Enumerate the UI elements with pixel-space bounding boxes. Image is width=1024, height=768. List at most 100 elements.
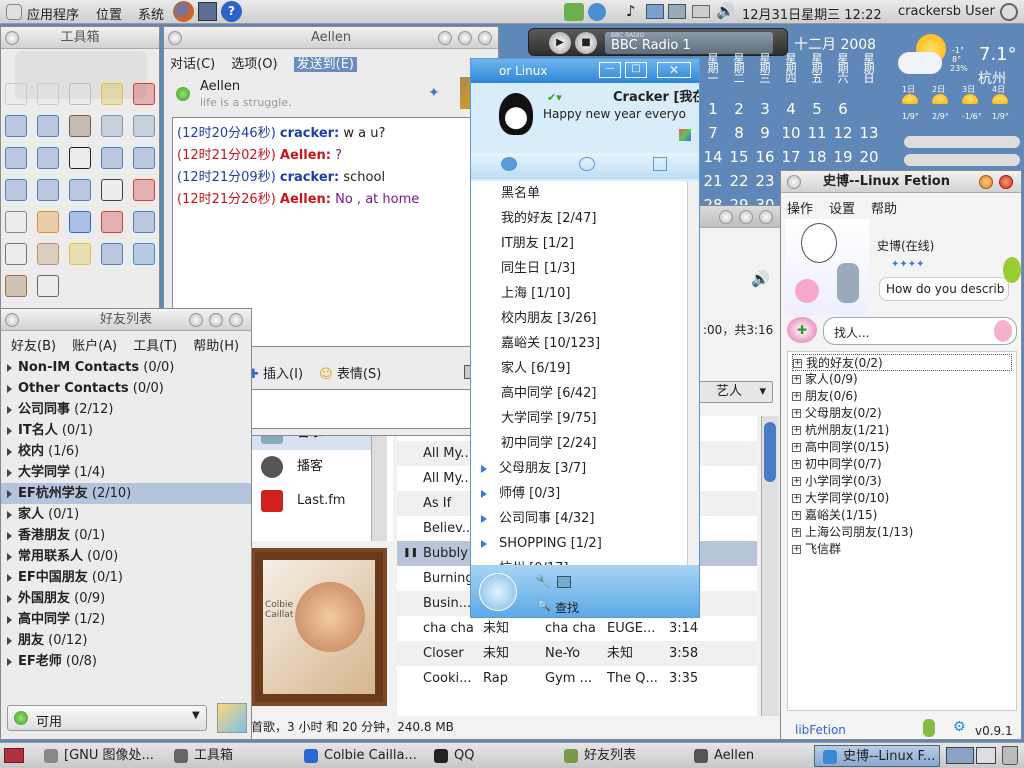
expander-arrow-icon[interactable] bbox=[7, 489, 12, 498]
buddy-group[interactable]: Non-IM Contacts (0/0) bbox=[1, 357, 251, 378]
expander-arrow-icon[interactable] bbox=[7, 594, 12, 603]
buddy-group[interactable]: 校内 (1/6) bbox=[1, 441, 251, 462]
expander-arrow-icon[interactable] bbox=[7, 405, 12, 414]
workspace-switcher[interactable] bbox=[946, 747, 974, 764]
qq-group-item[interactable]: 父母朋友 [3/7] bbox=[471, 456, 687, 481]
calendar-cell[interactable]: 2 bbox=[726, 98, 752, 120]
expander-arrow-icon[interactable] bbox=[7, 447, 12, 456]
tool-button[interactable] bbox=[133, 211, 155, 233]
tool-button[interactable] bbox=[37, 275, 59, 297]
qq-group-item[interactable]: SHOPPING [1/2] bbox=[471, 531, 687, 556]
calendar-cell[interactable]: 9 bbox=[752, 122, 778, 144]
fetion-menu-help[interactable]: 帮助 bbox=[871, 202, 897, 217]
qq-group-item[interactable]: IT朋友 [1/2] bbox=[471, 231, 687, 256]
fetion-group[interactable]: + 初中同学(0/7) bbox=[792, 456, 882, 473]
buddy-group[interactable]: 高中同学 (1/2) bbox=[1, 609, 251, 630]
help-icon[interactable]: ? bbox=[221, 1, 242, 22]
chat-minimize-button[interactable] bbox=[438, 31, 452, 45]
expander-arrow-icon[interactable] bbox=[7, 657, 12, 666]
tool-button[interactable] bbox=[101, 147, 123, 169]
stop-icon[interactable]: ■ bbox=[575, 32, 597, 54]
expander-arrow-icon[interactable] bbox=[7, 531, 12, 540]
tray-printer-icon[interactable] bbox=[692, 5, 710, 18]
expand-plus-icon[interactable]: + bbox=[792, 460, 801, 469]
calendar-cell[interactable]: 1 bbox=[700, 98, 726, 120]
tool-button[interactable] bbox=[69, 211, 91, 233]
fetion-mood-box[interactable]: How do you describ bbox=[879, 277, 1009, 301]
expander-arrow-icon[interactable] bbox=[7, 426, 12, 435]
play-icon[interactable]: ▶ bbox=[549, 32, 571, 54]
calendar-cell[interactable]: 11 bbox=[804, 122, 830, 144]
tool-button[interactable] bbox=[69, 243, 91, 265]
artist-column-selector[interactable]: 艺人 ▾ bbox=[691, 381, 773, 403]
tool-button[interactable] bbox=[101, 115, 123, 137]
calendar-cell[interactable]: 10 bbox=[778, 122, 804, 144]
expand-plus-icon[interactable]: + bbox=[792, 494, 801, 503]
buddy-group[interactable]: Other Contacts (0/0) bbox=[1, 378, 251, 399]
buddy-menu-accounts[interactable]: 账户(A) bbox=[72, 339, 117, 354]
qq-group-item[interactable]: 高中同学 [6/42] bbox=[471, 381, 687, 406]
group-tab-icon[interactable] bbox=[579, 157, 595, 171]
buddy-minimize-button[interactable] bbox=[189, 313, 203, 327]
trash-icon[interactable] bbox=[1002, 746, 1018, 765]
buddy-group[interactable]: EF杭州学友 (2/10) bbox=[1, 483, 251, 504]
power-icon[interactable] bbox=[1000, 3, 1018, 21]
fetion-group[interactable]: + 我的好友(0/2) bbox=[792, 354, 1012, 371]
contacts-tab-icon[interactable] bbox=[501, 157, 517, 171]
taskbar-button[interactable]: [GNU 图像处... bbox=[36, 745, 164, 767]
expander-arrow-icon[interactable] bbox=[7, 468, 12, 477]
buddy-group[interactable]: 家人 (0/1) bbox=[1, 504, 251, 525]
emote-button[interactable]: ☺ 表情(S) bbox=[319, 367, 381, 382]
fetion-group[interactable]: + 朋友(0/6) bbox=[792, 388, 858, 405]
volume-icon[interactable]: 🔊 bbox=[716, 2, 735, 20]
qq-group-item[interactable]: 初中同学 [2/24] bbox=[471, 431, 687, 456]
calendar-cell[interactable]: 6 bbox=[830, 98, 856, 120]
qq-group-item[interactable]: 公司同事 [4/32] bbox=[471, 506, 687, 531]
qq-mood[interactable]: Happy new year everyo bbox=[543, 107, 686, 121]
calendar-cell[interactable]: 13 bbox=[856, 122, 882, 144]
tool-button[interactable] bbox=[37, 179, 59, 201]
tool-button[interactable] bbox=[101, 211, 123, 233]
fetion-group[interactable]: + 杭州朋友(1/21) bbox=[792, 422, 889, 439]
fetion-group[interactable]: + 高中同学(0/15) bbox=[792, 439, 889, 456]
tool-button[interactable] bbox=[133, 147, 155, 169]
tray-display-icon[interactable] bbox=[668, 4, 686, 19]
buddy-group[interactable]: 公司同事 (2/12) bbox=[1, 399, 251, 420]
tool-button[interactable] bbox=[37, 211, 59, 233]
network-icon[interactable] bbox=[564, 3, 584, 21]
buddy-group[interactable]: IT名人 (0/1) bbox=[1, 420, 251, 441]
qq-minimize-button[interactable]: — bbox=[599, 62, 621, 78]
qq-group-item[interactable]: 师傅 [0/3] bbox=[471, 481, 687, 506]
expand-plus-icon[interactable]: + bbox=[792, 426, 801, 435]
qq-status-icon[interactable]: ✔▾ bbox=[547, 91, 562, 104]
insert-button[interactable]: ✚ 插入(I) bbox=[248, 367, 303, 382]
fetion-menu-settings[interactable]: 设置 bbox=[829, 202, 855, 217]
calendar-cell[interactable]: 16 bbox=[752, 146, 778, 168]
tool-button[interactable] bbox=[133, 179, 155, 201]
expand-plus-icon[interactable]: + bbox=[792, 528, 801, 537]
menu-icon[interactable] bbox=[5, 31, 19, 45]
toolbox-titlebar[interactable]: 工具箱 bbox=[1, 27, 159, 49]
tool-button[interactable] bbox=[5, 211, 27, 233]
calendar-cell[interactable]: 20 bbox=[856, 146, 882, 168]
expander-arrow-icon[interactable] bbox=[7, 363, 12, 372]
calendar-cell[interactable]: 18 bbox=[804, 146, 830, 168]
fetion-group[interactable]: + 上海公司朋友(1/13) bbox=[792, 524, 913, 541]
tool-button[interactable] bbox=[5, 243, 27, 265]
source-item[interactable]: 播客 bbox=[251, 450, 371, 484]
qq-skin-icon[interactable] bbox=[679, 129, 691, 141]
tool-button[interactable] bbox=[101, 243, 123, 265]
qq-scrollbar[interactable] bbox=[687, 181, 699, 565]
buddy-menu-tools[interactable]: 工具(T) bbox=[133, 339, 177, 354]
fetion-bottle-icon[interactable] bbox=[923, 719, 935, 737]
calendar-cell[interactable]: 4 bbox=[778, 98, 804, 120]
user-name[interactable]: crackersb User bbox=[898, 4, 995, 19]
qq-tools-icon[interactable]: 🔧 bbox=[535, 575, 551, 590]
tool-button[interactable] bbox=[101, 179, 123, 201]
taskbar-button[interactable]: 好友列表 bbox=[556, 745, 684, 767]
expand-plus-icon[interactable]: + bbox=[792, 392, 801, 401]
tool-button[interactable] bbox=[5, 179, 27, 201]
firefox-icon[interactable] bbox=[173, 1, 194, 22]
gimp-launcher-icon[interactable] bbox=[198, 2, 217, 21]
calendar-cell[interactable]: 19 bbox=[830, 146, 856, 168]
